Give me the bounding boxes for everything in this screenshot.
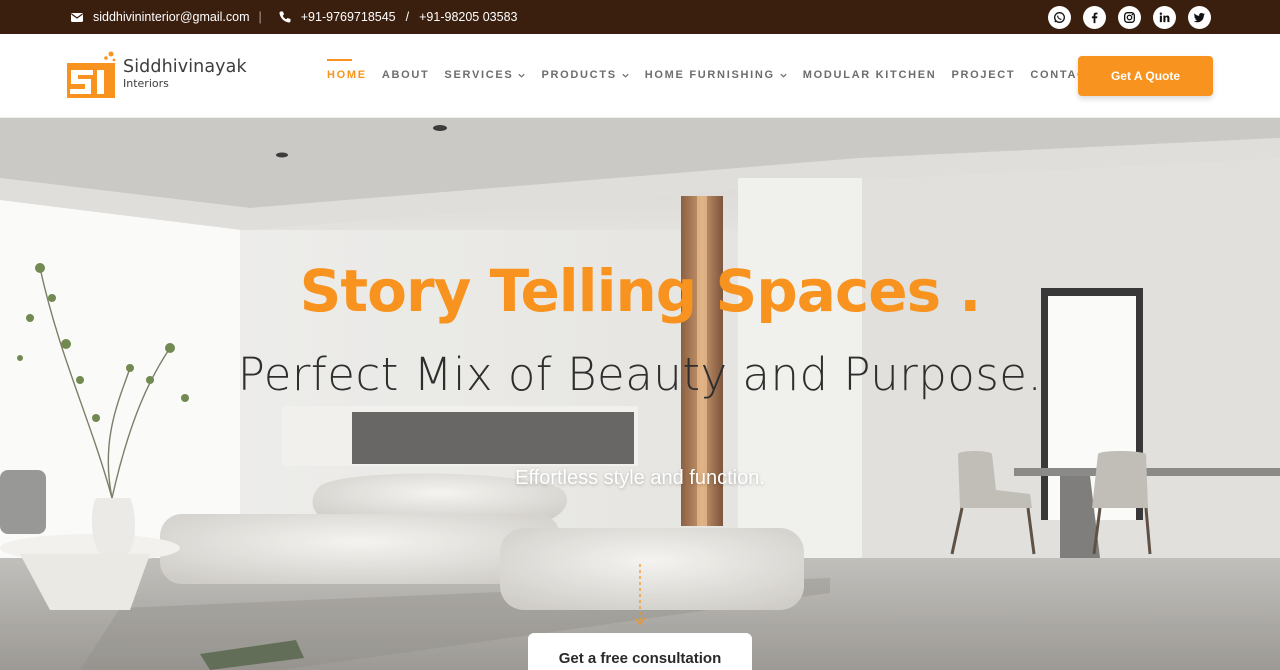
social-links [1048,6,1211,29]
hero-section: Story Telling Spaces . Perfect Mix of Be… [0,118,1280,670]
phone-link-1[interactable]: +91-9769718545 [301,10,396,24]
twitter-icon[interactable] [1188,6,1211,29]
nav-services[interactable]: SERVICES [444,68,526,82]
nav-about[interactable]: ABOUT [382,68,430,82]
nav-project[interactable]: PROJECT [951,68,1015,82]
free-consultation-button[interactable]: Get a free consultation [528,633,752,670]
nav-products[interactable]: PRODUCTS [541,68,629,82]
facebook-icon[interactable] [1083,6,1106,29]
brand-name: Siddhivinayak [123,56,247,77]
nav-modular-kitchen[interactable]: MODULAR KITCHEN [803,68,937,82]
phone-icon [278,10,292,24]
hero-tagline: Effortless style and function. [515,467,765,489]
nav-home-furnishing-label: HOME FURNISHING [644,69,775,81]
brand-logo-mark [67,51,116,98]
nav-modular-kitchen-label: MODULAR KITCHEN [802,69,937,81]
main-nav: HOME ABOUT SERVICES PRODUCTS HOME FURNIS… [327,59,1095,82]
nav-services-label: SERVICES [444,69,514,81]
email-link[interactable]: siddhivininterior@gmail.com [93,10,250,24]
nav-project-label: PROJECT [951,69,1016,81]
main-header: Siddhivinayak Interiors HOME ABOUT SERVI… [0,34,1280,118]
get-quote-button[interactable]: Get A Quote [1078,56,1213,96]
nav-home-furnishing[interactable]: HOME FURNISHING [645,68,788,82]
phone-link-2[interactable]: +91-98205 03583 [419,10,517,24]
nav-about-label: ABOUT [381,69,430,81]
phone-separator: / [405,10,410,24]
instagram-icon[interactable] [1118,6,1141,29]
chevron-down-icon [622,73,629,78]
email-icon [70,10,84,24]
chevron-down-icon [780,73,787,78]
chevron-down-icon [518,73,526,78]
hero-subtitle: Perfect Mix of Beauty and Purpose. [237,348,1043,401]
nav-home-label: HOME [327,69,367,81]
contact-separator: | [258,10,262,24]
nav-home[interactable]: HOME [327,59,367,82]
nav-products-label: PRODUCTS [541,69,617,81]
linkedin-icon[interactable] [1153,6,1176,29]
whatsapp-icon[interactable] [1048,6,1071,29]
hero-title: Story Telling Spaces . [299,257,982,325]
top-contact-bar: siddhivininterior@gmail.com | +91-976971… [0,0,1280,34]
site-logo[interactable]: Siddhivinayak Interiors [67,48,247,100]
brand-subtitle: Interiors [123,77,169,91]
scroll-down-arrow-icon[interactable] [633,564,647,628]
